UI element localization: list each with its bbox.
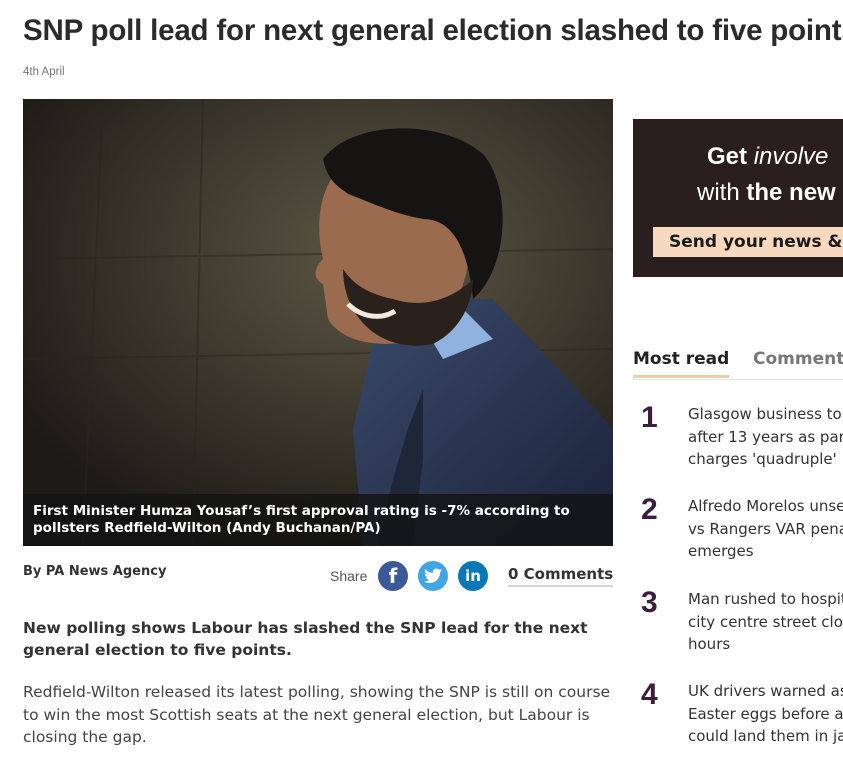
hero-image[interactable]: First Minister Humza Yousaf’s first appr…	[23, 99, 613, 546]
tab-commented[interactable]: Commente	[753, 349, 843, 375]
most-read-title[interactable]: Man rushed to hospit city centre street …	[688, 588, 843, 656]
article-date: 4th April	[23, 66, 65, 78]
sidebar-tabs: Most read Commente	[633, 349, 843, 380]
tab-most-read[interactable]: Most read	[633, 349, 730, 378]
ad-line2-prefix: with	[697, 179, 740, 206]
ad-line1-italic: involve	[753, 143, 829, 170]
article-headline: SNP poll lead for next general election …	[23, 14, 843, 47]
send-news-button[interactable]: Send your news & p	[653, 227, 843, 257]
most-read-rank: 1	[641, 401, 658, 434]
article-lede: New polling shows Labour has slashed the…	[23, 619, 588, 659]
ad-headline-line2: with the new	[697, 179, 836, 207]
twitter-share-button[interactable]	[418, 561, 448, 591]
facebook-icon: f	[388, 564, 398, 588]
most-read-title[interactable]: Alfredo Morelos unse vs Rangers VAR pena…	[688, 495, 843, 563]
most-read-title[interactable]: UK drivers warned as Easter eggs before …	[688, 680, 843, 748]
hero-photo-illustration	[23, 99, 613, 546]
ad-headline-line1: Get involve	[707, 143, 828, 171]
linkedin-share-button[interactable]: in	[458, 561, 488, 591]
byline[interactable]: By PA News Agency	[23, 564, 166, 579]
share-label: Share	[330, 568, 368, 584]
ad-line2-bold: the new	[746, 179, 836, 206]
most-read-rank: 3	[641, 586, 658, 619]
article-paragraph: Redfield-Wilton released its latest poll…	[23, 683, 611, 746]
most-read-rank: 4	[641, 678, 658, 711]
advert-banner[interactable]: Get involve with the new Send your news …	[633, 119, 843, 277]
most-read-title[interactable]: Glasgow business to after 13 years as pa…	[688, 403, 843, 471]
facebook-share-button[interactable]: f	[378, 561, 408, 591]
comments-link[interactable]: 0 Comments	[508, 565, 614, 587]
ad-line1-bold: Get	[707, 143, 748, 170]
image-caption: First Minister Humza Yousaf’s first appr…	[23, 494, 613, 546]
linkedin-icon: in	[465, 567, 481, 585]
most-read-rank: 2	[641, 493, 658, 526]
twitter-icon	[424, 568, 442, 584]
